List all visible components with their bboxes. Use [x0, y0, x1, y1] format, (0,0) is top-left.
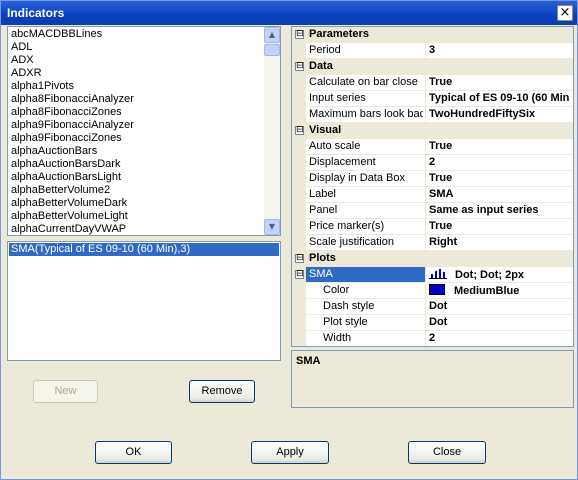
indicator-list-item[interactable]: ADXR — [11, 67, 280, 80]
indicator-list-item[interactable]: alphaBetterVolumeDark — [11, 197, 280, 210]
category-label: Plots — [309, 252, 336, 264]
indicator-list-item[interactable]: alpha8FibonacciZones — [11, 106, 280, 119]
collapse-icon[interactable]: ⊟ — [295, 126, 304, 135]
collapse-icon[interactable]: ⊟ — [295, 254, 304, 263]
scrollbar-thumb[interactable] — [264, 44, 280, 56]
property-name: Plot style — [323, 316, 368, 328]
description-title: SMA — [296, 355, 321, 367]
remove-button[interactable]: Remove — [189, 380, 255, 403]
property-value[interactable]: Typical of ES 09-10 (60 Min — [429, 92, 569, 104]
category-label: Parameters — [309, 28, 369, 40]
indicator-list-item[interactable]: alpha9FibonacciAnalyzer — [11, 119, 280, 132]
property-value[interactable]: 2 — [429, 156, 435, 168]
collapse-icon[interactable]: ⊟ — [295, 270, 304, 279]
property-grid: ⊟ Parameters Period 3 ⊟ Data Calculate o… — [291, 26, 574, 347]
indicator-list-item[interactable]: abcMACDBBLines — [11, 28, 280, 41]
property-row[interactable]: Width 2 — [292, 331, 573, 346]
apply-button[interactable]: Apply — [251, 441, 329, 464]
category-visual[interactable]: ⊟ Visual — [292, 123, 573, 139]
property-value[interactable]: Right — [429, 236, 457, 248]
property-row[interactable]: Scale justification Right — [292, 235, 573, 251]
color-swatch — [429, 284, 445, 295]
category-label: Visual — [309, 124, 342, 136]
property-value[interactable]: Dot — [429, 300, 447, 312]
property-row[interactable]: Calculate on bar close True — [292, 75, 573, 91]
description-panel: SMA — [291, 350, 574, 408]
property-row[interactable]: Maximum bars look back TwoHundredFiftySi… — [292, 107, 573, 123]
property-name: Panel — [309, 204, 338, 216]
property-value[interactable]: TwoHundredFiftySix — [429, 108, 535, 120]
applied-indicators-list[interactable]: SMA(Typical of ES 09-10 (60 Min),3) — [7, 241, 281, 361]
indicator-list-item[interactable]: alphaAuctionBarsLight — [11, 171, 280, 184]
indicator-list-item[interactable]: ADX — [11, 54, 280, 67]
property-row-color[interactable]: Color MediumBlue — [292, 283, 573, 299]
indicator-list[interactable]: abcMACDBBLines ADL ADX ADXR alpha1Pivots alph… — [7, 26, 281, 236]
property-name: Label — [309, 188, 336, 200]
property-name: Display in Data Box — [309, 172, 405, 184]
property-name: Calculate on bar close — [309, 76, 418, 88]
property-name: Period — [309, 44, 341, 56]
property-row[interactable]: Panel Same as input series — [292, 203, 573, 219]
indicator-list-scrollbar[interactable]: ▲ ▼ — [264, 27, 280, 235]
indicator-list-item[interactable]: alphaBetterVolumeLight — [11, 210, 280, 223]
scroll-down-arrow-icon[interactable]: ▼ — [264, 219, 280, 235]
title-bar: Indicators × — [1, 1, 577, 25]
property-value: Dot; Dot; 2px — [455, 269, 525, 281]
collapse-icon[interactable]: ⊟ — [295, 62, 304, 71]
property-value[interactable]: Dot — [429, 316, 447, 328]
property-row-period[interactable]: Period 3 — [292, 43, 573, 59]
window-title: Indicators — [7, 6, 65, 20]
property-value[interactable]: True — [429, 140, 452, 152]
property-value: MediumBlue — [454, 285, 520, 297]
property-name: SMA — [306, 267, 425, 282]
property-row[interactable]: Price marker(s) True — [292, 219, 573, 235]
collapse-icon[interactable]: ⊟ — [295, 30, 304, 39]
property-name: Dash style — [323, 300, 375, 312]
plot-style-icon — [429, 268, 447, 279]
category-label: Data — [309, 60, 333, 72]
indicator-list-item[interactable]: ADL — [11, 41, 280, 54]
property-row[interactable]: Plot style Dot — [292, 315, 573, 331]
category-data[interactable]: ⊟ Data — [292, 59, 573, 75]
property-value[interactable]: 3 — [429, 44, 435, 56]
indicator-list-item[interactable]: alphaCurrentDayVWAP — [11, 223, 280, 235]
property-value[interactable]: SMA — [429, 188, 453, 200]
property-name: Displacement — [309, 156, 376, 168]
applied-indicator-item[interactable]: SMA(Typical of ES 09-10 (60 Min),3) — [9, 243, 279, 256]
property-value[interactable]: 2 — [429, 332, 435, 344]
property-row[interactable]: Auto scale True — [292, 139, 573, 155]
indicator-list-item[interactable]: alphaBetterVolume2 — [11, 184, 280, 197]
indicators-dialog: Indicators × abcMACDBBLines ADL ADX ADXR alp… — [0, 0, 578, 480]
indicator-list-item[interactable]: alpha8FibonacciAnalyzer — [11, 93, 280, 106]
property-row[interactable]: Displacement 2 — [292, 155, 573, 171]
scroll-up-arrow-icon[interactable]: ▲ — [264, 27, 280, 43]
indicator-list-item[interactable]: alphaAuctionBars — [11, 145, 280, 158]
category-plots[interactable]: ⊟ Plots — [292, 251, 573, 267]
close-button[interactable]: Close — [408, 441, 486, 464]
property-name: Color — [323, 284, 350, 296]
ok-button[interactable]: OK — [95, 441, 172, 464]
property-name: Width — [323, 332, 352, 344]
property-name: Maximum bars look back — [309, 108, 423, 120]
property-value[interactable]: True — [429, 220, 452, 232]
property-name: Auto scale — [309, 140, 361, 152]
property-row[interactable]: Display in Data Box True — [292, 171, 573, 187]
property-value[interactable]: Same as input series — [429, 204, 538, 216]
category-parameters[interactable]: ⊟ Parameters — [292, 27, 573, 43]
indicator-list-item[interactable]: alphaAuctionBarsDark — [11, 158, 280, 171]
property-name: Price marker(s) — [309, 220, 385, 232]
close-icon[interactable]: × — [557, 5, 573, 21]
plot-row-sma[interactable]: ⊟ SMA Dot; Dot; 2px — [292, 267, 573, 283]
property-row[interactable]: Input series Typical of ES 09-10 (60 Min — [292, 91, 573, 107]
indicator-list-item[interactable]: alpha1Pivots — [11, 80, 280, 93]
property-row[interactable]: Dash style Dot — [292, 299, 573, 315]
property-name: Scale justification — [309, 236, 394, 248]
property-value[interactable]: True — [429, 76, 452, 88]
new-button[interactable]: New — [33, 380, 98, 403]
property-row[interactable]: Label SMA — [292, 187, 573, 203]
property-value[interactable]: True — [429, 172, 452, 184]
property-name: Input series — [309, 92, 366, 104]
indicator-list-item[interactable]: alpha9FibonacciZones — [11, 132, 280, 145]
